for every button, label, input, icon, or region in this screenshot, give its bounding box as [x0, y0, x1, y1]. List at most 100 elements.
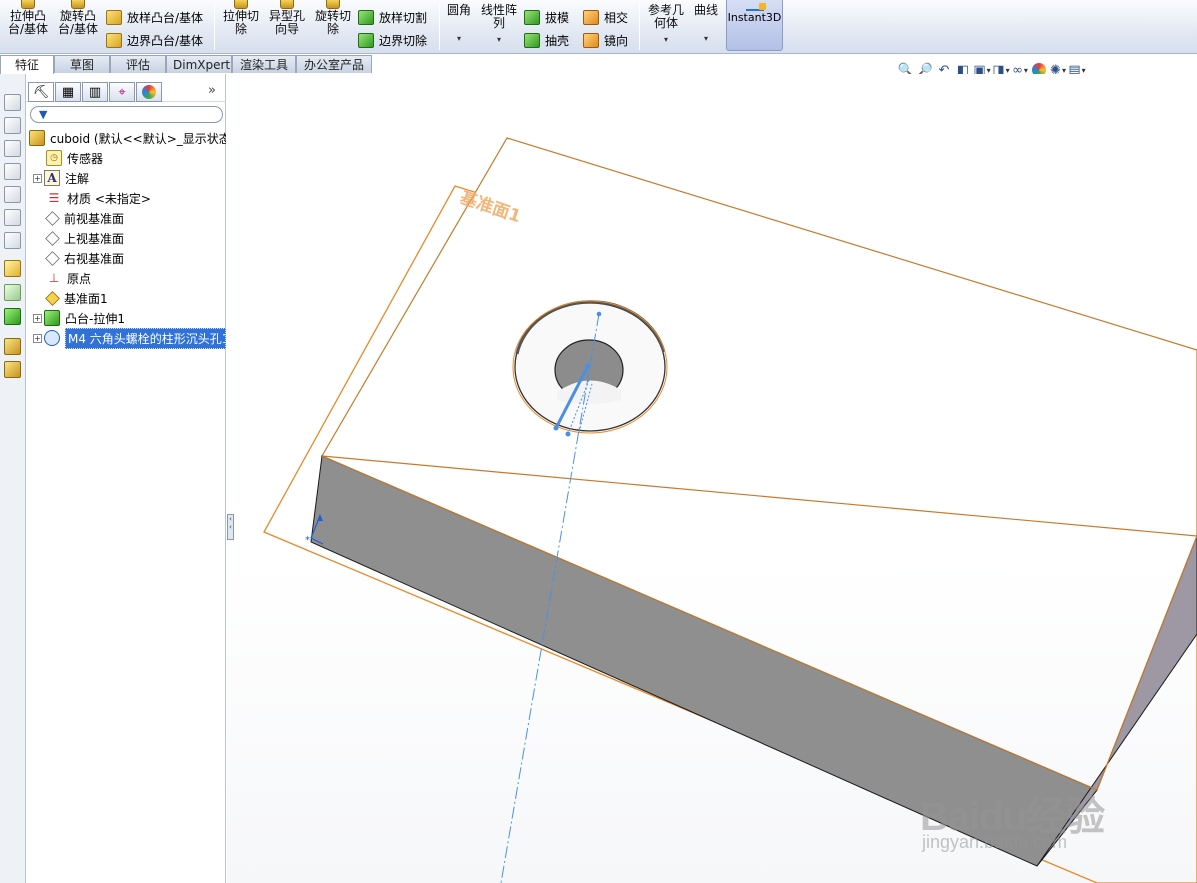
filter-icon: ▼ [39, 108, 48, 121]
tab-sketch[interactable]: 草图 [54, 55, 110, 73]
left-toolbar [0, 74, 26, 883]
boss-extrude-icon [44, 310, 60, 326]
sensor-icon: ◷ [46, 150, 62, 166]
ribbon-separator [639, 2, 640, 50]
configuration-manager-tab-icon[interactable]: ▥ [82, 82, 108, 102]
origin-icon: ⊥ [48, 271, 60, 285]
tree-item-sensors[interactable]: ◷ 传感器 [26, 148, 226, 168]
fillet-dropdown-icon[interactable]: ▾ [457, 35, 461, 43]
expand-icon[interactable]: + [33, 333, 42, 343]
plane-icon [45, 250, 60, 266]
loft-boss-icon [106, 9, 122, 25]
tree-item-plane1[interactable]: 基准面1 [26, 288, 226, 308]
front-face[interactable] [310, 455, 1098, 867]
tree-item-counterbore-hole[interactable]: + M4 六角头螺栓的柱形沉头孔1 [26, 327, 226, 349]
display-manager-tab-icon[interactable] [136, 82, 162, 102]
tree-item-origin[interactable]: ⊥ 原点 [26, 268, 226, 288]
mirror-icon [583, 32, 599, 48]
tab-dimxpert[interactable]: DimXpert [166, 55, 232, 73]
cut-extrude-icon[interactable] [4, 361, 21, 378]
mirror-button[interactable]: 镜向 [583, 31, 628, 49]
more-tabs-icon[interactable]: » [208, 83, 216, 98]
feature-manager-tabs: ⛏ ▦ ▥ ⌖ » [26, 80, 226, 102]
tab-office-products[interactable]: 办公室产品 [296, 55, 372, 73]
extrude-cut-icon [234, 0, 248, 9]
reference-geometry-button[interactable]: 参考几 何体 ▾ [644, 0, 688, 44]
shell-button[interactable]: 抽壳 [524, 31, 569, 49]
revolve-boss-icon [71, 0, 85, 9]
extrude-boss-icon [21, 0, 35, 9]
isometric-view-icon[interactable] [4, 232, 21, 249]
tree-item-top-plane[interactable]: 上视基准面 [26, 228, 226, 248]
part-icon [29, 130, 45, 146]
plane-icon [45, 210, 60, 226]
tab-render-tools[interactable]: 渲染工具 [232, 55, 296, 73]
tree-item-material[interactable]: ☰ 材质 <未指定> [26, 188, 226, 208]
draft-button[interactable]: 拔模 [524, 8, 569, 26]
loft-cut-button[interactable]: 放样切割 [358, 8, 427, 26]
boss-extrude-icon[interactable] [4, 338, 21, 355]
command-manager-ribbon: 拉伸凸 台/基体 旋转凸 台/基体 放样凸台/基体 边界凸台/基体 拉伸切 除 … [0, 0, 1197, 54]
loft-boss-button[interactable]: 放样凸台/基体 [106, 8, 203, 26]
expand-icon[interactable]: + [33, 173, 42, 183]
reference-geometry-dropdown-icon[interactable]: ▾ [664, 36, 668, 44]
feature-manager-panel: ⛏ ▦ ▥ ⌖ » ▼ cuboid (默认<<默认>_显示状态 ◷ 传感器 +… [26, 74, 226, 883]
relations-icon[interactable] [4, 308, 21, 325]
hole-wizard-icon [280, 0, 294, 9]
bottom-view-icon[interactable] [4, 209, 21, 226]
property-manager-tab-icon[interactable]: ▦ [55, 82, 81, 102]
linear-pattern-button[interactable]: 线性阵 列 ▾ [478, 0, 520, 44]
fillet-button[interactable]: 圆角 ▾ [444, 0, 474, 43]
shell-icon [524, 32, 540, 48]
tree-root-part[interactable]: cuboid (默认<<默认>_显示状态 [26, 128, 226, 148]
expand-icon[interactable]: + [33, 313, 42, 323]
revolve-cut-button[interactable]: 旋转切 除 [311, 0, 355, 36]
hole-wizard-button[interactable]: 异型孔 向导 [265, 0, 309, 36]
material-icon: ☰ [48, 191, 60, 205]
curves-button[interactable]: 曲线 ▾ [690, 0, 722, 43]
curves-dropdown-icon[interactable]: ▾ [704, 35, 708, 43]
hole-icon [44, 330, 60, 346]
feature-tree-tab-icon[interactable]: ⛏ [28, 82, 54, 102]
ribbon-separator [214, 2, 215, 50]
dimxpert-manager-tab-icon[interactable]: ⌖ [109, 82, 135, 102]
extrude-boss-button[interactable]: 拉伸凸 台/基体 [6, 0, 50, 36]
draft-icon [524, 9, 540, 25]
intersect-icon [583, 9, 599, 25]
extrude-cut-button[interactable]: 拉伸切 除 [219, 0, 263, 36]
tree-item-boss-extrude1[interactable]: + 凸台-拉伸1 [26, 308, 226, 328]
svg-text:*: * [305, 535, 310, 546]
graphics-area[interactable]: ‹ ‹ * 基准面1 [227, 74, 1197, 883]
back-view-icon[interactable] [4, 117, 21, 134]
linear-pattern-dropdown-icon[interactable]: ▾ [497, 36, 501, 44]
instant3d-button[interactable]: Instant3D [726, 0, 783, 51]
plane-icon [45, 290, 60, 306]
plane-icon [45, 230, 60, 246]
left-view-icon[interactable] [4, 140, 21, 157]
command-manager-tabs: 特征 草图 评估 DimXpert 渲染工具 办公室产品 [0, 55, 372, 74]
model-viewport[interactable]: * 基准面1 [227, 74, 1197, 883]
loft-cut-icon [358, 9, 374, 25]
top-face[interactable] [321, 137, 1197, 537]
instant3d-icon [745, 2, 766, 11]
boundary-boss-icon [106, 32, 122, 48]
front-view-icon[interactable] [4, 94, 21, 111]
revolve-boss-button[interactable]: 旋转凸 台/基体 [56, 0, 100, 36]
revolve-cut-icon [326, 0, 340, 9]
annotation-icon: A [44, 170, 60, 186]
ribbon-separator [439, 2, 440, 50]
tree-item-front-plane[interactable]: 前视基准面 [26, 208, 226, 228]
tree-item-right-plane[interactable]: 右视基准面 [26, 248, 226, 268]
tab-features[interactable]: 特征 [0, 55, 54, 74]
boundary-boss-button[interactable]: 边界凸台/基体 [106, 31, 203, 49]
tree-filter-input[interactable]: ▼ [30, 106, 223, 123]
boundary-cut-icon [358, 32, 374, 48]
sketch-icon[interactable] [4, 260, 21, 277]
tab-evaluate[interactable]: 评估 [110, 55, 166, 73]
boundary-cut-button[interactable]: 边界切除 [358, 31, 427, 49]
right-view-icon[interactable] [4, 163, 21, 180]
tree-item-annotations[interactable]: + A 注解 [26, 168, 226, 188]
smart-dimension-icon[interactable] [4, 284, 21, 301]
intersect-button[interactable]: 相交 [583, 8, 628, 26]
top-view-icon[interactable] [4, 186, 21, 203]
